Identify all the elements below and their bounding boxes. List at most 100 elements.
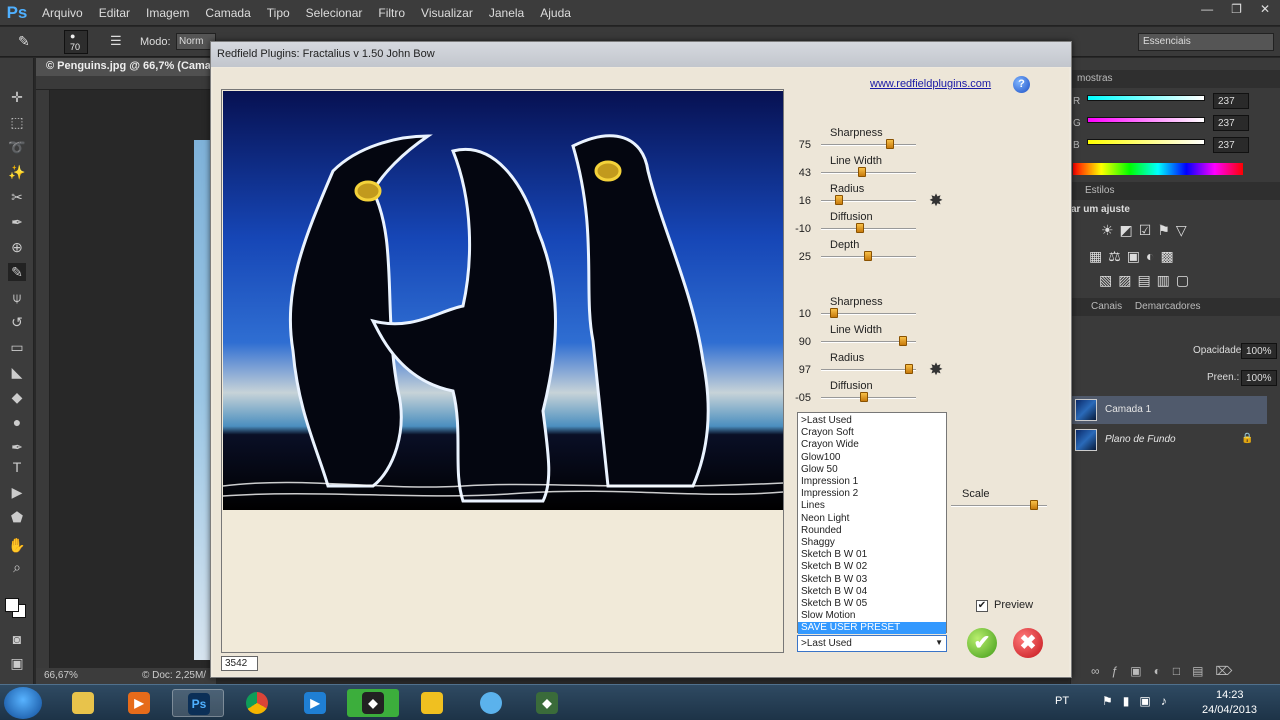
preset-option[interactable]: Slow Motion: [798, 610, 946, 622]
g1-diffusion-thumb[interactable]: [855, 223, 864, 233]
taskbar-app-globe[interactable]: [465, 689, 517, 717]
preen-value[interactable]: 100%: [1241, 370, 1277, 386]
blue-value[interactable]: 237: [1213, 137, 1249, 153]
zoom-level[interactable]: 66,67%: [44, 670, 78, 681]
g2-settings-gear-icon[interactable]: ✸: [927, 361, 945, 379]
close-icon[interactable]: ✕: [1260, 2, 1270, 16]
tray-icons[interactable]: ⚑▮▣♪: [1102, 694, 1177, 708]
menu-ajuda[interactable]: Ajuda: [532, 0, 579, 26]
menu-visualizar[interactable]: Visualizar: [413, 0, 481, 26]
g1-depth-track[interactable]: [821, 251, 916, 261]
g2-diffusion-thumb[interactable]: [860, 392, 869, 402]
shape-tool-icon[interactable]: ⬟: [8, 508, 26, 526]
estilos-tab[interactable]: Estilos: [1071, 182, 1280, 200]
preset-option[interactable]: Crayon Soft: [798, 427, 946, 439]
g2-sharpness-track[interactable]: [821, 308, 916, 318]
taskbar-media-player[interactable]: ▶: [113, 689, 165, 717]
g1-radius-track[interactable]: [821, 195, 916, 205]
clock-date[interactable]: 24/04/2013: [1202, 704, 1257, 716]
taskbar-explorer[interactable]: [57, 689, 109, 717]
preset-option[interactable]: Crayon Wide: [798, 439, 946, 451]
path-selection-icon[interactable]: ▶: [8, 483, 26, 501]
preset-option[interactable]: Sketch B W 05: [798, 598, 946, 610]
healing-tool-icon[interactable]: ⊕: [8, 238, 26, 256]
preset-option[interactable]: Neon Light: [798, 513, 946, 525]
color-ramp[interactable]: [1073, 163, 1243, 175]
bucket-tool-icon[interactable]: ◣: [8, 363, 26, 381]
adjustment-icons-row3[interactable]: ▧▨▤▥▢: [1099, 272, 1195, 289]
taskbar-app-green[interactable]: ◆: [347, 689, 399, 717]
eyedropper-tool-icon[interactable]: ✒: [8, 213, 26, 231]
preset-option[interactable]: SAVE USER PRESET: [798, 622, 946, 635]
g1-radius-thumb[interactable]: [834, 195, 843, 205]
g2-linewidth-track[interactable]: [821, 336, 916, 346]
red-value[interactable]: 237: [1213, 93, 1249, 109]
start-button[interactable]: [4, 687, 42, 719]
preset-option[interactable]: Glow100: [798, 452, 946, 464]
preset-option[interactable]: Shaggy: [798, 537, 946, 549]
minimize-icon[interactable]: —: [1201, 2, 1213, 16]
website-link[interactable]: www.redfieldplugins.com: [870, 78, 991, 90]
preset-option[interactable]: Impression 2: [798, 488, 946, 500]
g2-diffusion-track[interactable]: [821, 392, 916, 402]
opacidade-value[interactable]: 100%: [1241, 343, 1277, 359]
g1-sharpness-track[interactable]: [821, 139, 916, 149]
scale-track[interactable]: [951, 500, 1047, 510]
preset-option[interactable]: Glow 50: [798, 464, 946, 476]
menu-tipo[interactable]: Tipo: [259, 0, 298, 26]
preset-option[interactable]: >Last Used: [798, 415, 946, 427]
preview-checkbox[interactable]: ✔: [976, 600, 988, 612]
g1-sharpness-thumb[interactable]: [886, 139, 895, 149]
green-slider[interactable]: [1087, 117, 1205, 123]
menu-selecionar[interactable]: Selecionar: [298, 0, 371, 26]
help-button[interactable]: ?: [1013, 76, 1030, 93]
dodge-tool-icon[interactable]: ●: [8, 413, 26, 431]
stamp-tool-icon[interactable]: ⍦: [8, 288, 26, 306]
cancel-button[interactable]: ✖: [1013, 628, 1043, 658]
lasso-tool-icon[interactable]: ➰: [8, 138, 26, 156]
preset-option[interactable]: Sketch B W 03: [798, 574, 946, 586]
screen-mode-icon[interactable]: ▣: [8, 654, 26, 672]
chevron-down-icon[interactable]: ▼: [935, 638, 943, 647]
eraser-tool-icon[interactable]: ▭: [8, 338, 26, 356]
g2-linewidth-thumb[interactable]: [899, 336, 908, 346]
ok-button[interactable]: ✔: [967, 628, 997, 658]
tray-language[interactable]: PT: [1055, 695, 1069, 707]
blue-slider[interactable]: [1087, 139, 1205, 145]
adjustment-icons-row2[interactable]: ▦⚖▣◐▩: [1089, 248, 1180, 265]
quick-mask-icon[interactable]: ◙: [8, 630, 26, 648]
hand-tool-icon[interactable]: ✋: [8, 536, 26, 554]
menu-arquivo[interactable]: Arquivo: [34, 0, 91, 26]
g2-radius-thumb[interactable]: [905, 364, 914, 374]
menu-imagem[interactable]: Imagem: [138, 0, 197, 26]
green-value[interactable]: 237: [1213, 115, 1249, 131]
brush-preset-picker[interactable]: ● 70: [64, 30, 88, 54]
move-tool-icon[interactable]: ✛: [8, 88, 26, 106]
menu-camada[interactable]: Camada: [197, 0, 258, 26]
preset-option[interactable]: Impression 1: [798, 476, 946, 488]
zoom-tool-icon[interactable]: ⌕: [8, 558, 26, 576]
menu-editar[interactable]: Editar: [91, 0, 138, 26]
preset-option[interactable]: Sketch B W 04: [798, 586, 946, 598]
taskbar-app-yellow[interactable]: [406, 689, 458, 717]
clock-time[interactable]: 14:23: [1216, 689, 1244, 701]
magic-wand-tool-icon[interactable]: ✨: [8, 163, 26, 181]
g1-settings-gear-icon[interactable]: ✸: [927, 192, 945, 210]
g1-linewidth-track[interactable]: [821, 167, 916, 177]
crop-tool-icon[interactable]: ✂: [8, 188, 26, 206]
foreground-color-swatch[interactable]: [5, 598, 19, 612]
scale-thumb[interactable]: [1030, 500, 1039, 510]
amostras-tab[interactable]: mostras: [1071, 70, 1280, 88]
brush-tool-icon-active[interactable]: ✎: [8, 263, 26, 281]
marquee-tool-icon[interactable]: ⬚: [8, 113, 26, 131]
taskbar-app-last[interactable]: ◆: [521, 689, 573, 717]
canais-tab[interactable]: Canais: [1091, 301, 1122, 312]
type-tool-icon[interactable]: T: [8, 458, 26, 476]
document-tab[interactable]: © Penguins.jpg @ 66,7% (Camad: [36, 58, 236, 76]
menu-filtro[interactable]: Filtro: [370, 0, 413, 26]
g1-depth-thumb[interactable]: [863, 251, 872, 261]
g2-sharpness-thumb[interactable]: [829, 308, 838, 318]
demarcadores-tab[interactable]: Demarcadores: [1135, 301, 1201, 312]
pen-tool-icon[interactable]: ✒: [8, 438, 26, 456]
adjustment-icons-row1[interactable]: ☀◩☑⚑▽: [1101, 222, 1193, 239]
